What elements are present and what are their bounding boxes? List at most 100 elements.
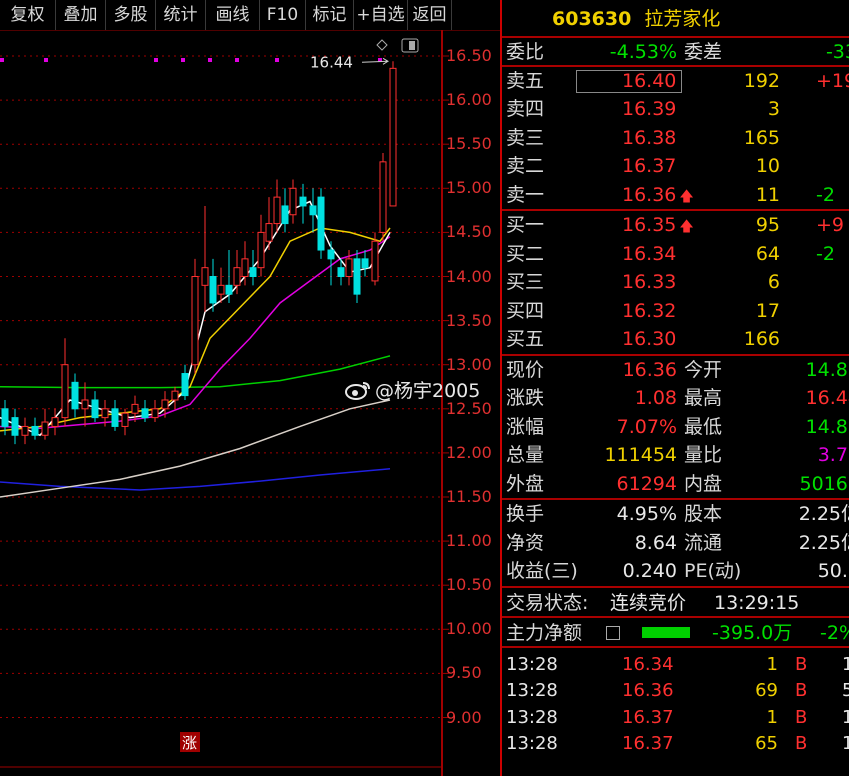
stat-label-2: 股本 xyxy=(684,503,723,525)
toolbar-button-7[interactable]: +自选 xyxy=(354,0,408,30)
price-tick-label: 10.00 xyxy=(446,619,492,639)
bid-book: 买一 16.35 🡅 95 +9 买二 16.34 64 -2 买三 16.33 6 买四 16.32 17… xyxy=(502,211,849,356)
fundamental-stats: 换手4.95%股本2.25亿净资8.64流通2.25亿收益(三)0.240PE(… xyxy=(502,500,849,588)
price-tick-label: 16.00 xyxy=(446,90,492,110)
toolbar-button-2[interactable]: 多股 xyxy=(106,0,156,30)
level-change: -2 xyxy=(816,242,835,265)
signal-dot-6 xyxy=(275,58,279,62)
bid-level-2[interactable]: 买二 16.34 64 -2 xyxy=(502,240,849,269)
level-volume: 10 xyxy=(755,155,780,177)
toolbar-button-6[interactable]: 标记 xyxy=(306,0,354,30)
candle-body-17 xyxy=(171,390,179,401)
candle-body-27 xyxy=(257,231,265,269)
price-tick-label: 13.50 xyxy=(446,310,492,330)
candle-body-12 xyxy=(121,412,129,427)
wb-value: -4.53% xyxy=(609,41,677,63)
level-price: 16.40 xyxy=(622,69,677,92)
flow-bar xyxy=(642,626,690,638)
level-volume: 3 xyxy=(767,98,780,120)
level-price: 16.32 xyxy=(622,299,677,322)
ask-level-2[interactable]: 卖四 16.39 3 xyxy=(502,95,849,124)
kline-chart[interactable]: 16.44 涨 16.50 16.00 15.50 15.00 14.50 14.00 13.… xyxy=(0,30,500,776)
toolbar-button-8[interactable]: 返回 xyxy=(408,0,452,30)
signal-dot-5 xyxy=(235,58,239,62)
trade-row: 13:28 16.36 69 B 5 xyxy=(502,678,849,705)
signal-dot-3 xyxy=(181,58,185,62)
wb-label: 委比 xyxy=(506,41,545,63)
mainflow-pct: -2% xyxy=(820,621,849,644)
toolbar-button-0[interactable]: 复权 xyxy=(0,0,56,30)
bid-level-1[interactable]: 买一 16.35 🡅 95 +9 xyxy=(502,211,849,240)
trade-side: B xyxy=(795,733,808,754)
limit-up-tag: 涨 xyxy=(182,734,197,752)
main-flow-row[interactable]: 主力净额 -395.0万 -2% xyxy=(502,618,849,648)
stat-label: 收益(三) xyxy=(506,560,578,582)
toolbar-button-5[interactable]: F10 xyxy=(260,0,306,30)
ask-level-3[interactable]: 卖三 16.38 165 xyxy=(502,124,849,153)
ask-level-4[interactable]: 卖二 16.37 10 xyxy=(502,152,849,181)
stock-code: 603630 xyxy=(552,8,632,30)
stock-name: 拉芳家化 xyxy=(644,8,721,30)
level-price: 16.34 xyxy=(622,242,677,265)
level-label: 买一 xyxy=(506,214,545,236)
candle-body-20 xyxy=(201,267,209,286)
stat-label-2: 最低 xyxy=(684,415,723,438)
ma250-line xyxy=(0,468,391,491)
quote-row-1: 涨跌 1.08 最高 16.44 xyxy=(502,384,849,413)
level-price: 16.35 🡅 xyxy=(622,214,694,236)
toolbar-button-3[interactable]: 统计 xyxy=(156,0,206,30)
ask-level-1[interactable]: 卖五 16.40 192 +192 xyxy=(502,67,849,96)
bid-level-5[interactable]: 买五 16.30 166 xyxy=(502,325,849,354)
stat-label: 换手 xyxy=(506,503,545,525)
candle-body-15 xyxy=(151,408,159,419)
candle-body-28 xyxy=(265,223,273,242)
price-tick-label: 11.50 xyxy=(446,487,492,506)
stat-value: 16.36 xyxy=(622,358,677,381)
high-price-marker: 16.44 xyxy=(310,53,353,71)
stat-label: 涨跌 xyxy=(506,387,545,409)
quote-row-2: 涨幅 7.07% 最低 14.80 xyxy=(502,413,849,442)
ask-book: 卖五 16.40 192 +192 卖四 16.39 3 卖三 16.38 165 卖二 16.37 1… xyxy=(502,67,849,211)
candle-body-36 xyxy=(337,267,345,277)
kline-chart-svg: 16.44 涨 xyxy=(0,30,500,776)
ask-level-5[interactable]: 卖一 16.36 🡅 11 -2 xyxy=(502,181,849,210)
wc-value: -33 xyxy=(825,41,849,63)
candle-body-34 xyxy=(317,196,325,251)
bid-level-4[interactable]: 买四 16.32 17 xyxy=(502,297,849,326)
stat-value-2: 2.25亿 xyxy=(798,531,849,554)
stat-value-2: 3.71 xyxy=(817,444,849,466)
trade-time: 13:28 xyxy=(506,653,558,675)
bid-level-3[interactable]: 买三 16.33 6 xyxy=(502,268,849,297)
up-arrow-icon: 🡅 xyxy=(679,188,694,205)
level-label: 卖三 xyxy=(506,126,545,149)
level-volume: 166 xyxy=(743,328,780,350)
level-volume: 17 xyxy=(755,299,780,322)
candle-body-41 xyxy=(379,161,387,233)
candle-body-5 xyxy=(51,417,59,427)
price-tick-label: 10.50 xyxy=(446,575,492,595)
candle-body-22 xyxy=(217,284,225,295)
candle-body-18 xyxy=(181,373,189,397)
stat-label-2: 最高 xyxy=(684,387,723,409)
mainflow-value: -395.0万 xyxy=(712,621,793,644)
candle-body-33 xyxy=(309,205,317,216)
candle-body-10 xyxy=(101,408,109,419)
level-label: 卖五 xyxy=(506,69,545,92)
level-volume: 95 xyxy=(755,214,780,236)
toolbar-button-4[interactable]: 画线 xyxy=(206,0,260,30)
quote-row-4: 外盘 61294 内盘 50160 xyxy=(502,470,849,499)
level-label: 买三 xyxy=(506,271,545,293)
toolbar-button-1[interactable]: 叠加 xyxy=(56,0,106,30)
candle-body-19 xyxy=(191,276,199,366)
trade-count: 5 xyxy=(842,678,849,705)
trade-row: 13:2816.341B1 xyxy=(502,652,849,679)
candle-body-2 xyxy=(21,425,29,436)
stat-value-2: 16.44 xyxy=(805,387,849,409)
watermark: @杨宇2005 xyxy=(345,376,480,403)
list-icon[interactable] xyxy=(606,625,620,640)
level-price: 16.36 🡅 xyxy=(622,183,694,206)
order-ratio-row: 委比 -4.53% 委差 -33 xyxy=(502,38,849,67)
fundamentals-row-0: 换手 4.95% 股本 2.25亿 xyxy=(502,500,849,529)
candle-body-11 xyxy=(111,408,119,427)
signal-dot-4 xyxy=(208,58,212,62)
